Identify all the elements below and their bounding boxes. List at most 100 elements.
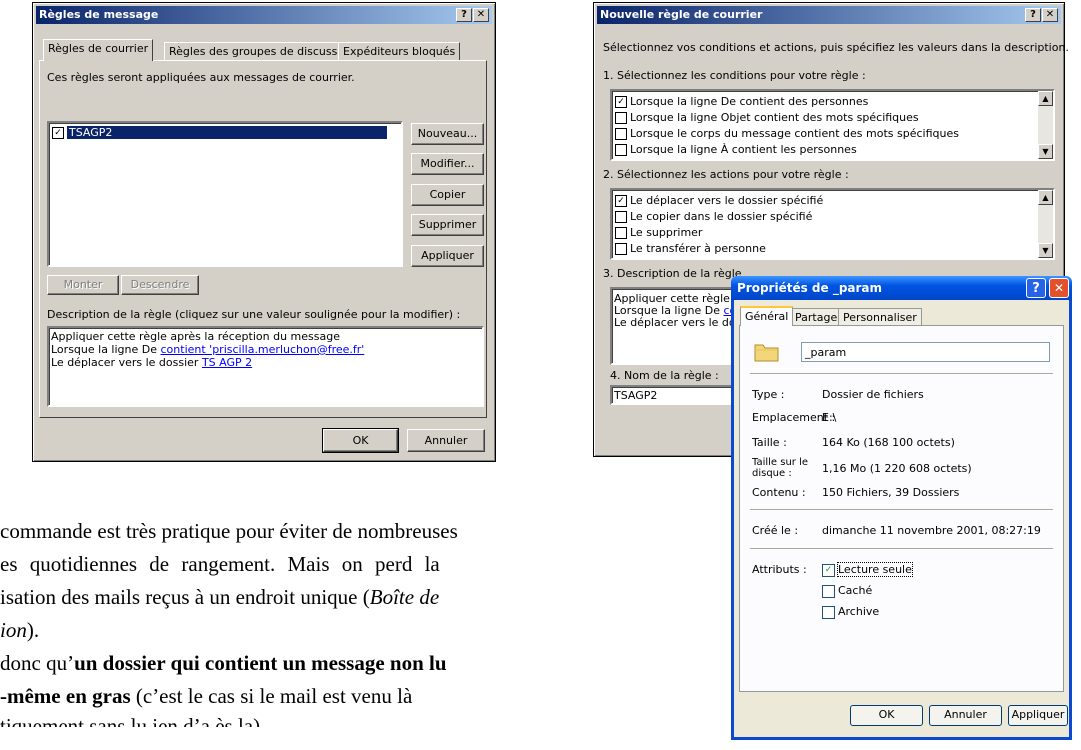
tab-mail-rules[interactable]: Règles de courrier (43, 39, 154, 61)
action-label: Le déplacer vers le dossier spécifié (630, 194, 824, 207)
action-label: Le supprimer (630, 226, 703, 239)
tab-general[interactable]: Général (740, 306, 794, 326)
delete-rule-button[interactable]: Supprimer (411, 214, 484, 236)
rules-dialog: Règles de message ? ✕ Règles de courrier… (32, 2, 496, 462)
help-button[interactable]: ? (456, 8, 472, 22)
description-line-3-prefix: Le déplacer vers le dossier (51, 356, 202, 369)
rules-dialog-titlebar: Règles de message ? ✕ (36, 6, 492, 24)
archive-attribute[interactable]: Archive (822, 605, 879, 619)
hidden-label: Caché (838, 584, 873, 597)
action-checkbox[interactable] (615, 227, 627, 239)
rule-name-label: 4. Nom de la règle : (610, 369, 719, 382)
scroll-down-icon[interactable]: ▼ (1038, 144, 1053, 159)
scroll-up-icon[interactable]: ▲ (1038, 190, 1053, 205)
location-value: E:\ (822, 411, 837, 424)
readonly-checkbox[interactable]: ✓ (822, 563, 835, 577)
tab-news-rules[interactable]: Règles des groupes de discussion (164, 42, 360, 61)
body-text-line-3-prefix: isation des mails reçus à un endroit uni… (0, 585, 370, 609)
properties-titlebar: Propriétés de _param ? ✕ (731, 276, 1072, 300)
contents-value: 150 Fichiers, 39 Dossiers (822, 486, 960, 499)
close-button[interactable]: ✕ (1049, 278, 1069, 298)
ok-button[interactable]: OK (322, 428, 399, 453)
condition-checkbox[interactable] (615, 144, 627, 156)
modify-rule-button[interactable]: Modifier... (411, 153, 484, 175)
condition-checkbox[interactable] (615, 112, 627, 124)
condition-label: Lorsque la ligne Objet contient des mots… (630, 111, 919, 124)
condition-item[interactable]: Lorsque la ligne Objet contient des mots… (615, 111, 919, 124)
body-text-line-5: donc qu’un dossier qui contient un messa… (0, 647, 447, 680)
condition-label: Lorsque la ligne À contient les personne… (630, 143, 857, 156)
body-text-line-3: isation des mails reçus à un endroit uni… (0, 581, 439, 614)
tab-customize[interactable]: Personnaliser (838, 308, 922, 326)
move-down-button[interactable]: Descendre (121, 275, 199, 295)
ok-button[interactable]: OK (850, 705, 923, 726)
apply-rule-button[interactable]: Appliquer (411, 245, 484, 267)
condition-item[interactable]: Lorsque le corps du message contient des… (615, 127, 959, 140)
separator (750, 548, 1053, 550)
conditions-scrollbar[interactable]: ▲ ▼ (1038, 91, 1053, 159)
separator (750, 373, 1053, 375)
scroll-up-icon[interactable]: ▲ (1038, 91, 1053, 106)
apply-button[interactable]: Appliquer (1008, 705, 1068, 726)
body-text-line-5-prefix: donc qu’ (0, 651, 75, 675)
new-rule-button[interactable]: Nouveau... (411, 123, 484, 145)
folder-name-field[interactable]: _param (801, 342, 1050, 362)
type-value: Dossier de fichiers (822, 388, 924, 401)
rule-item[interactable]: ✓ TSAGP2 (52, 126, 387, 139)
hidden-attribute[interactable]: Caché (822, 584, 872, 598)
hidden-checkbox[interactable] (822, 584, 835, 598)
description-line-1: Appliquer cette règle après la réception… (51, 330, 340, 343)
created-value: dimanche 11 novembre 2001, 08:27:19 (822, 524, 1041, 537)
copy-rule-button[interactable]: Copier (411, 184, 484, 206)
size-value: 164 Ko (168 100 octets) (822, 436, 955, 449)
condition-item[interactable]: ✓ Lorsque la ligne De contient des person… (615, 95, 868, 108)
description-line-3: Le déplacer vers le doss (614, 316, 748, 329)
sender-condition-link[interactable]: contient 'priscilla.merluchon@free.fr' (161, 343, 365, 356)
folder-icon (754, 341, 780, 363)
action-checkbox[interactable] (615, 211, 627, 223)
action-item[interactable]: Le transférer à personne (615, 242, 766, 255)
close-button[interactable]: ✕ (473, 8, 489, 22)
archive-label: Archive (838, 605, 880, 618)
rule-checkbox[interactable]: ✓ (52, 127, 64, 139)
condition-label: Lorsque le corps du message contient des… (630, 127, 959, 140)
condition-checkbox[interactable] (615, 128, 627, 140)
description-line-2-prefix: Lorsque la ligne De (51, 343, 161, 356)
action-item[interactable]: Le copier dans le dossier spécifié (615, 210, 812, 223)
condition-item[interactable]: Lorsque la ligne À contient les personne… (615, 143, 857, 156)
actions-label: 2. Sélectionnez les actions pour votre r… (603, 168, 849, 181)
folder-name-value: _param (805, 346, 847, 359)
cancel-button[interactable]: Annuler (407, 429, 485, 452)
scroll-down-icon[interactable]: ▼ (1038, 243, 1053, 258)
description-label: Description de la règle (cliquez sur une… (47, 308, 461, 321)
archive-checkbox[interactable] (822, 605, 835, 619)
action-item[interactable]: ✓ Le déplacer vers le dossier spécifié (615, 194, 823, 207)
body-text-line-7: tiquement sans lu ien d’a ès la) (0, 714, 261, 727)
close-button[interactable]: ✕ (1042, 8, 1058, 22)
move-up-button[interactable]: Monter (47, 275, 119, 295)
action-checkbox[interactable]: ✓ (615, 195, 627, 207)
properties-dialog: Propriétés de _param ? ✕ Général Partage… (731, 276, 1072, 740)
actions-list: ✓ Le déplacer vers le dossier spécifié Le… (610, 188, 1055, 260)
actions-scrollbar[interactable]: ▲ ▼ (1038, 190, 1053, 258)
help-button[interactable]: ? (1026, 278, 1046, 298)
readonly-attribute[interactable]: ✓ Lecture seule (822, 562, 913, 577)
description-line-2: Lorsque la ligne De contient 'priscilla.… (51, 343, 364, 356)
body-text-line-4-italic: ion (0, 618, 27, 642)
cancel-button[interactable]: Annuler (929, 705, 1002, 726)
size-label: Taille : (752, 436, 787, 449)
tab-sharing[interactable]: Partage (790, 308, 843, 326)
body-text-line-4: ion). (0, 614, 39, 647)
action-item[interactable]: Le supprimer (615, 226, 702, 239)
properties-title: Propriétés de _param (737, 281, 883, 295)
condition-checkbox[interactable]: ✓ (615, 96, 627, 108)
help-button[interactable]: ? (1025, 8, 1041, 22)
description-label: 3. Description de la règle (603, 267, 742, 280)
target-folder-link[interactable]: TS AGP 2 (202, 356, 252, 369)
action-label: Le transférer à personne (630, 242, 766, 255)
action-checkbox[interactable] (615, 243, 627, 255)
tab-blocked-senders[interactable]: Expéditeurs bloqués (338, 42, 461, 61)
type-label: Type : (752, 388, 785, 401)
attributes-label: Attributs : (752, 563, 807, 576)
body-text-line-5-bold: un dossier qui contient un message non l… (74, 651, 447, 675)
